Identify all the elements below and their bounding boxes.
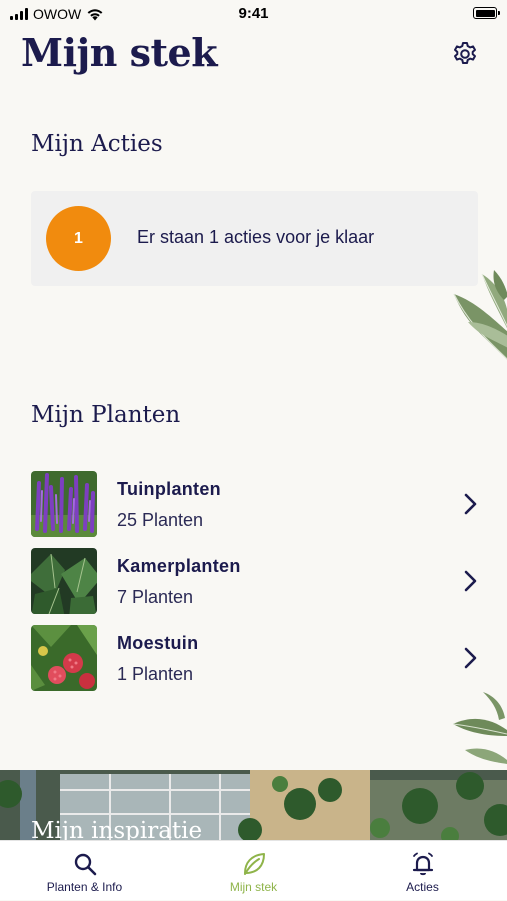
tab-acties[interactable]: Acties (338, 841, 507, 901)
tab-mijn-stek[interactable]: Mijn stek (169, 841, 338, 901)
gear-icon[interactable] (451, 40, 479, 68)
plant-row-kamerplanten[interactable]: Kamerplanten 7 Planten (31, 548, 486, 625)
tab-label: Planten & Info (46, 880, 123, 894)
actions-card[interactable]: 1 Er staan 1 acties voor je klaar (31, 191, 478, 286)
plant-category-count: 1 Planten (117, 664, 194, 684)
actions-message: Er staan 1 acties voor je klaar (137, 227, 375, 247)
status-bar: OWOW 9:41 (0, 0, 507, 30)
battery-fill (475, 9, 495, 17)
plant-category-name: Tuinplanten (117, 479, 221, 499)
decorative-leaves (453, 270, 507, 360)
decorative-leaves (452, 692, 507, 764)
plant-category-count: 25 Planten (117, 510, 204, 530)
plant-category-name: Kamerplanten (117, 556, 241, 576)
page-title: Mijn stek (21, 30, 218, 75)
actions-count-badge: 1 (46, 206, 111, 271)
inspiration-banner[interactable]: Mijn inspiratie (0, 770, 507, 842)
ivy-thumbnail (31, 548, 97, 614)
raspberry-thumbnail (31, 625, 97, 691)
tab-label: Acties (406, 880, 439, 894)
chevron-right-icon (464, 647, 477, 669)
chevron-right-icon (464, 570, 477, 592)
plant-category-count: 7 Planten (117, 587, 194, 607)
inspiration-title: Mijn inspiratie (31, 818, 203, 842)
tab-bar: Planten & Info Mijn stek Acties (0, 840, 507, 900)
bell-icon (412, 852, 433, 876)
search-icon (74, 853, 96, 876)
tab-label: Mijn stek (229, 880, 278, 894)
plant-row-moestuin[interactable]: Moestuin 1 Planten (31, 625, 486, 702)
status-time: 9:41 (238, 5, 269, 22)
actions-section-title: Mijn Acties (31, 131, 163, 157)
leaf-icon (243, 853, 265, 875)
tab-planten-info[interactable]: Planten & Info (0, 841, 169, 901)
plant-row-tuinplanten[interactable]: Tuinplanten 25 Planten (31, 471, 486, 548)
chevron-right-icon (464, 493, 477, 515)
plants-section-title: Mijn Planten (31, 402, 181, 428)
plant-list: Tuinplanten 25 Planten Kamerplanten 7 Pl… (31, 471, 486, 702)
salvia-thumbnail (31, 471, 97, 537)
plant-category-name: Moestuin (117, 633, 199, 653)
battery-icon (473, 7, 500, 19)
